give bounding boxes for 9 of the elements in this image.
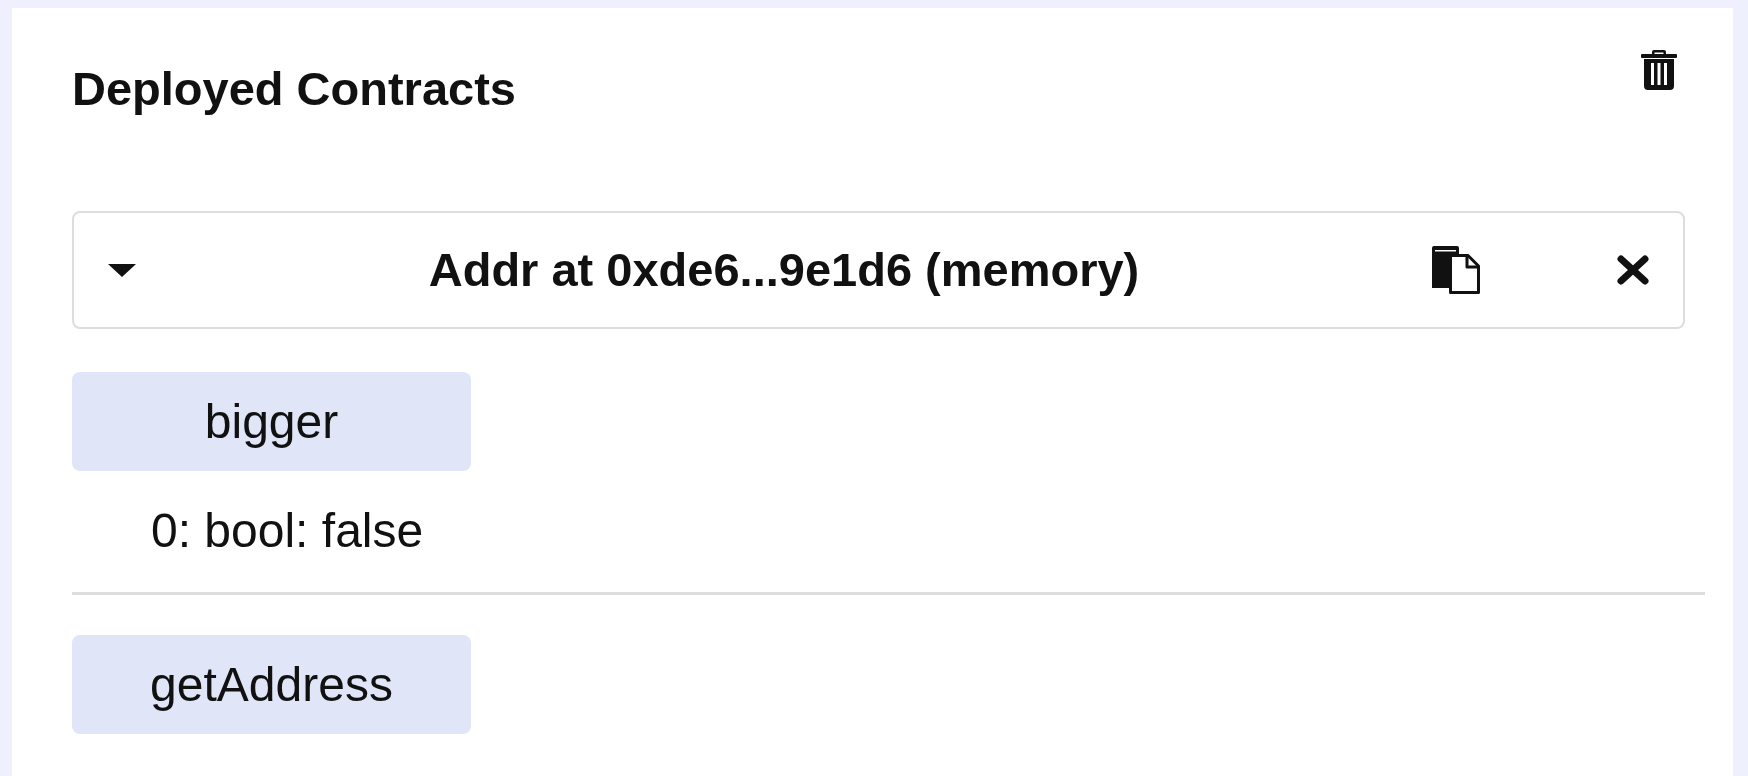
output-text: 0: bool: false: [151, 503, 424, 559]
caret-down-icon[interactable]: [108, 263, 136, 277]
trash-icon[interactable]: [1641, 50, 1677, 90]
copy-icon[interactable]: [1432, 246, 1480, 294]
close-icon[interactable]: [1617, 255, 1649, 285]
section-title: Deployed Contracts: [72, 62, 516, 116]
function-button[interactable]: getAddress: [72, 635, 471, 734]
function-button[interactable]: bigger: [72, 372, 471, 471]
instance-title: Addr at 0xde6...9e1d6 (memory): [427, 243, 1141, 297]
